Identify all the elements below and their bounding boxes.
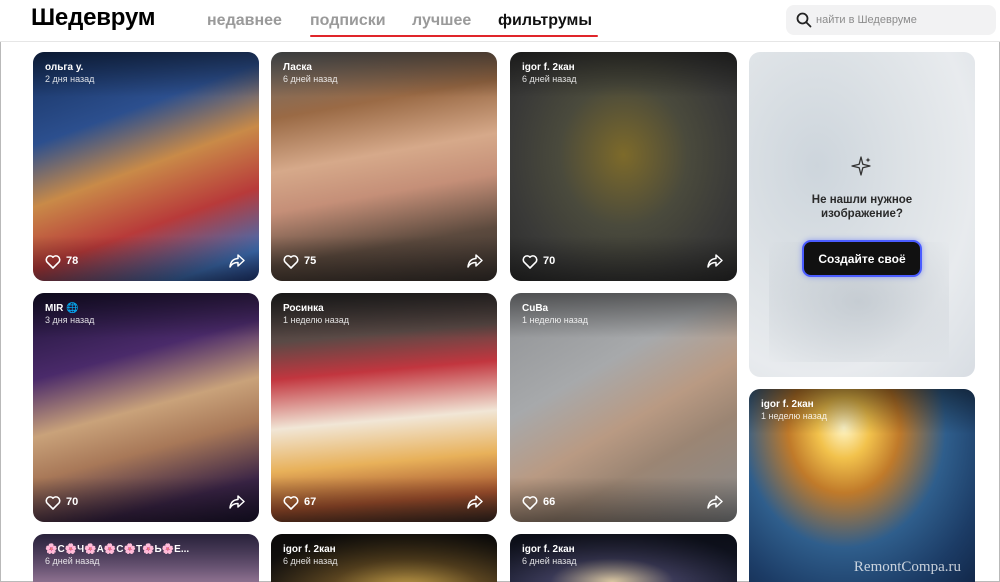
tab-filtrums[interactable]: фильтрумы xyxy=(498,12,592,30)
share-icon[interactable] xyxy=(705,492,725,512)
card-time: 6 дней назад xyxy=(45,556,100,566)
heart-icon xyxy=(522,254,538,269)
share-icon[interactable] xyxy=(705,251,725,271)
watermark: RemontCompa.ru xyxy=(853,559,961,575)
share-icon[interactable] xyxy=(227,492,247,512)
card-author[interactable]: igor f. 2кан xyxy=(761,399,814,410)
like-button[interactable]: 67 xyxy=(283,493,316,511)
heart-icon xyxy=(45,254,61,269)
image-card[interactable]: igor f. 2кан 6 дней назад xyxy=(271,534,497,582)
like-button[interactable]: 66 xyxy=(522,493,555,511)
card-time: 6 дней назад xyxy=(283,74,338,84)
heart-icon xyxy=(522,495,538,510)
card-time: 3 дня назад xyxy=(45,315,95,325)
top-bar: Шедеврум недавнее подписки лучшее фильтр… xyxy=(0,0,1000,42)
card-author[interactable]: Ласка xyxy=(283,62,312,73)
image-card[interactable]: CuBa 1 неделю назад 66 xyxy=(510,293,737,522)
like-count: 66 xyxy=(543,496,556,508)
heart-icon xyxy=(45,495,61,510)
card-author[interactable]: igor f. 2кан xyxy=(283,544,336,555)
card-time: 6 дней назад xyxy=(283,556,338,566)
like-count: 75 xyxy=(304,255,317,267)
image-card[interactable]: igor f. 2кан 6 дней назад 70 xyxy=(510,52,737,281)
like-button[interactable]: 70 xyxy=(45,493,78,511)
share-icon[interactable] xyxy=(227,251,247,271)
heart-icon xyxy=(283,495,299,510)
share-icon[interactable] xyxy=(465,251,485,271)
tab-recent[interactable]: недавнее xyxy=(207,12,282,30)
heart-icon xyxy=(283,254,299,269)
app-logo[interactable]: Шедеврум xyxy=(31,4,156,32)
card-author[interactable]: ольга у. xyxy=(45,62,83,73)
card-time: 6 дней назад xyxy=(522,556,577,566)
search-box[interactable] xyxy=(786,5,996,35)
create-own-card: Не нашли нужное изображение? Создайте св… xyxy=(749,52,975,377)
nav-underline xyxy=(310,35,598,37)
card-time: 2 дня назад xyxy=(45,74,95,84)
tab-best[interactable]: лучшее xyxy=(412,12,471,30)
tab-subscriptions[interactable]: подписки xyxy=(310,12,386,30)
image-card[interactable]: igor f. 2кан 1 неделю назад RemontCompa.… xyxy=(749,389,975,582)
card-author[interactable]: MIR 🌐 xyxy=(45,303,79,314)
search-icon xyxy=(796,12,812,28)
share-icon[interactable] xyxy=(465,492,485,512)
image-card[interactable]: 🌸С🌸Ч🌸А🌸С🌸Т🌸Ь🌸Е... 6 дней назад xyxy=(33,534,259,582)
create-own-button[interactable]: Создайте своё xyxy=(802,240,922,277)
card-author[interactable]: Росинка xyxy=(283,303,324,314)
card-author[interactable]: igor f. 2кан xyxy=(522,62,575,73)
card-time: 1 неделю назад xyxy=(761,411,828,421)
like-count: 70 xyxy=(543,255,556,267)
create-prompt-text: Не нашли нужное изображение? xyxy=(811,194,913,220)
image-card[interactable]: Ласка 6 дней назад 75 xyxy=(271,52,497,281)
image-card[interactable]: igor f. 2кан 6 дней назад xyxy=(510,534,737,582)
like-button[interactable]: 75 xyxy=(283,252,316,270)
sparkle-icon xyxy=(851,156,871,176)
like-button[interactable]: 78 xyxy=(45,252,78,270)
like-count: 67 xyxy=(304,496,317,508)
like-count: 70 xyxy=(66,496,79,508)
card-author[interactable]: CuBa xyxy=(522,303,548,314)
like-count: 78 xyxy=(66,255,79,267)
card-time: 1 неделю назад xyxy=(522,315,589,325)
image-card[interactable]: ольга у. 2 дня назад 78 xyxy=(33,52,259,281)
card-author[interactable]: igor f. 2кан xyxy=(522,544,575,555)
image-card[interactable]: MIR 🌐 3 дня назад 70 xyxy=(33,293,259,522)
card-author[interactable]: 🌸С🌸Ч🌸А🌸С🌸Т🌸Ь🌸Е... xyxy=(45,544,189,555)
like-button[interactable]: 70 xyxy=(522,252,555,270)
image-card[interactable]: Росинка 1 неделю назад 67 xyxy=(271,293,497,522)
card-time: 1 неделю назад xyxy=(283,315,350,325)
card-time: 6 дней назад xyxy=(522,74,577,84)
search-input[interactable] xyxy=(816,5,992,35)
